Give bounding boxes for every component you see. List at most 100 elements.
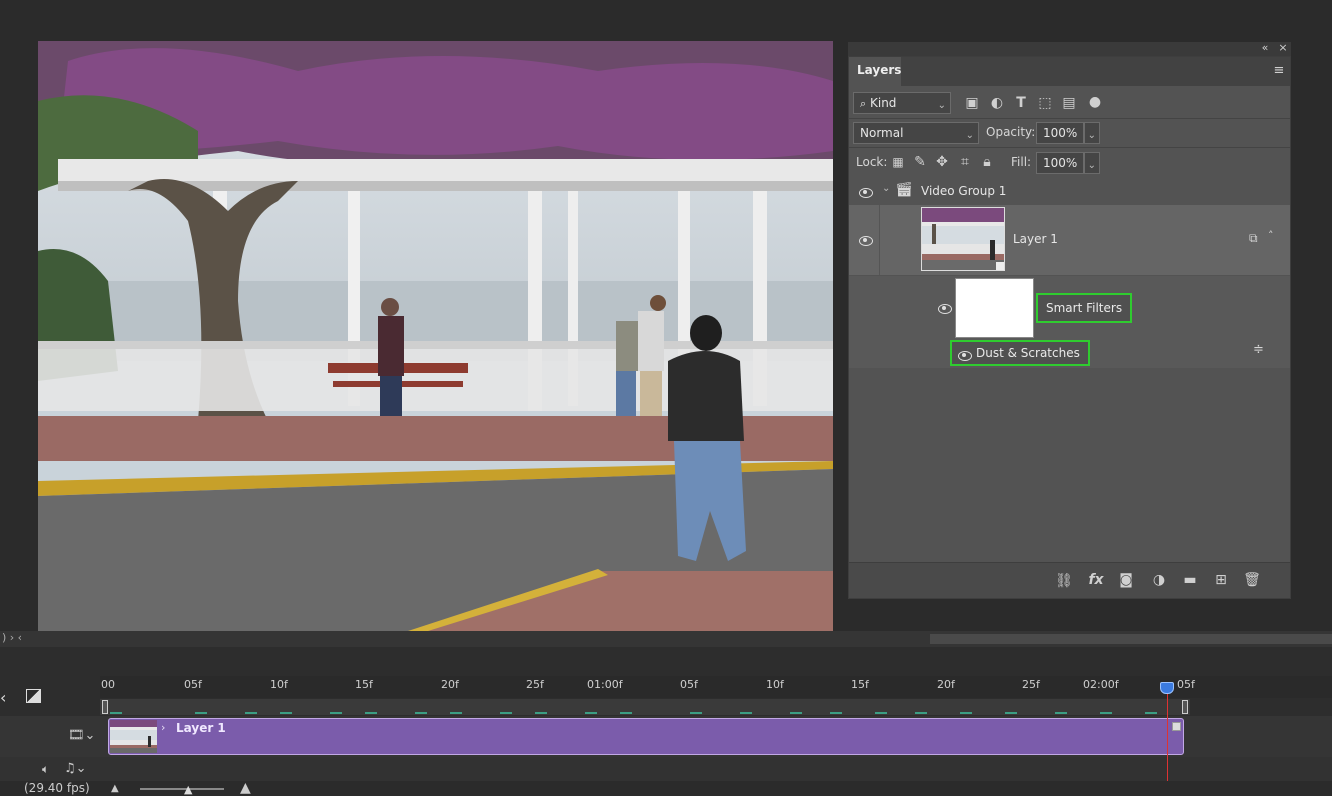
frame-marker (110, 712, 122, 714)
video-clip[interactable]: › Layer 1 (108, 718, 1184, 755)
tick-label: 20f (937, 678, 955, 691)
split-clip-icon[interactable]: ‹ (0, 688, 6, 707)
work-area-end-handle[interactable] (1182, 700, 1188, 714)
link-layers-icon[interactable]: ⛓︎ (1055, 573, 1073, 589)
opacity-field[interactable]: 100% (1036, 122, 1084, 144)
fill-dropdown[interactable]: ⌄ (1084, 152, 1100, 174)
new-group-folder-icon[interactable]: ▬ (1181, 572, 1199, 588)
canvas-image[interactable] (38, 41, 833, 631)
frame-marker (500, 712, 512, 714)
type-filter-icon[interactable]: T (1012, 95, 1030, 111)
transition-icon[interactable] (26, 689, 41, 703)
lock-artboard-icon[interactable]: ⌗ (956, 154, 974, 170)
zoom-out-icon[interactable]: ▲ (111, 783, 119, 794)
tick-label: 10f (270, 678, 288, 691)
tick-label: 15f (851, 678, 869, 691)
playhead-line[interactable] (1167, 688, 1168, 781)
smart-filters-label[interactable]: Smart Filters (1036, 293, 1133, 323)
work-area-bar[interactable] (100, 699, 1190, 715)
chevron-down-icon[interactable]: ⌄ (882, 183, 890, 194)
layer-row-layer1[interactable]: Layer 1 ⧉ ˄ (849, 205, 1290, 275)
tick-label: 25f (526, 678, 544, 691)
indent-divider (879, 205, 880, 275)
chevron-down-icon: ⌄ (965, 130, 974, 141)
lock-row: Lock: ▦ ✎ ✥ ⌗ 🔒︎ Fill: 100% ⌄ (849, 150, 1290, 176)
frame-marker (195, 712, 207, 714)
filter-kind-select[interactable]: ⌕ Kind ⌄ (853, 92, 951, 114)
fill-field[interactable]: 100% (1036, 152, 1084, 174)
adjustment-layer-icon[interactable]: ◑ (1150, 572, 1168, 588)
filter-dust-scratches[interactable]: Dust & Scratches (950, 340, 1090, 366)
smart-filters-eye-icon[interactable] (936, 302, 952, 314)
panel-header-strip: « × (848, 40, 1292, 56)
frame-marker (415, 712, 427, 714)
tick-label: 05f (680, 678, 698, 691)
zoom-in-icon[interactable]: ▲ (240, 780, 251, 796)
tick-label: 25f (1022, 678, 1040, 691)
filter-name: Dust & Scratches (976, 346, 1080, 360)
frame-marker (535, 712, 547, 714)
filter-toggle-icon[interactable]: ● (1086, 94, 1104, 110)
tick-label: 05f (184, 678, 202, 691)
image-filter-icon[interactable]: ▣ (963, 95, 981, 111)
timeline-ruler[interactable]: 00 05f 10f 15f 20f 25f 01:00f 05f 10f 15… (100, 676, 1332, 698)
collapse-panel-icon[interactable]: « (1256, 40, 1274, 56)
audio-track: 🔈︎ ♫⌄ (0, 757, 1332, 781)
lock-position-move-icon[interactable]: ✥ (933, 154, 951, 170)
chevron-up-icon[interactable]: ˄ (1268, 229, 1274, 242)
clip-expand-icon[interactable]: › (161, 721, 165, 734)
chevron-down-icon: ⌄ (937, 100, 946, 111)
tick-label: 15f (355, 678, 373, 691)
smart-filter-mask[interactable] (955, 278, 1034, 338)
smart-filters-block: Smart Filters Dust & Scratches ≑ (849, 276, 1290, 368)
layer-row-group[interactable]: ⌄ 🎬︎ Video Group 1 (849, 180, 1290, 204)
adjustment-filter-icon[interactable]: ◐ (988, 95, 1006, 111)
layer-thumbnail[interactable] (921, 207, 1005, 271)
add-mask-icon[interactable]: ◙ (1117, 572, 1135, 588)
opacity-dropdown[interactable]: ⌄ (1084, 122, 1100, 144)
close-panel-icon[interactable]: × (1274, 40, 1292, 56)
zoom-slider[interactable] (140, 788, 224, 790)
smart-object-badge-icon: ⧉ (1249, 231, 1258, 245)
fill-value: 100% (1043, 156, 1078, 170)
divider (849, 147, 1290, 148)
scene-photo (38, 41, 833, 631)
lock-image-brush-icon[interactable]: ✎ (911, 154, 929, 170)
timeline-scrollbar[interactable] (930, 634, 1332, 644)
video-group-icon: 🎬︎ (895, 182, 913, 198)
frame-marker (330, 712, 342, 714)
blend-mode-select[interactable]: Normal ⌄ (853, 122, 979, 144)
panel-arrows[interactable]: ) › ‹ (2, 631, 22, 644)
chevron-down-icon: ⌄ (1087, 130, 1096, 141)
film-strip-icon[interactable]: 🎞︎⌄ (68, 728, 95, 743)
frame-marker (1145, 712, 1157, 714)
smart-object-filter-icon[interactable]: ▤ (1060, 95, 1078, 111)
visibility-eye-icon[interactable] (857, 186, 873, 198)
new-layer-icon[interactable]: ⊞ (1212, 572, 1230, 588)
filter-options-icon[interactable]: ≑ (1253, 342, 1264, 357)
visibility-eye-icon[interactable] (857, 234, 873, 246)
frame-marker (740, 712, 752, 714)
zoom-slider-thumb[interactable]: ▲ (184, 783, 192, 796)
clip-name: Layer 1 (176, 721, 226, 735)
speaker-icon[interactable]: 🔈︎ (42, 762, 49, 777)
shape-filter-icon[interactable]: ⬚ (1036, 95, 1054, 111)
tick-label: 10f (766, 678, 784, 691)
frame-marker (620, 712, 632, 714)
lock-all-icon[interactable]: 🔒︎ (978, 154, 996, 170)
fill-label: Fill: (1011, 155, 1032, 169)
layers-panel: Layers ≡ ⌕ Kind ⌄ ▣ ◐ T ⬚ ▤ ● Normal ⌄ O… (848, 56, 1291, 599)
filter-visibility-eye-icon[interactable] (956, 349, 972, 361)
lock-transparent-icon[interactable]: ▦ (889, 154, 907, 170)
thumbnail-image (922, 208, 1004, 270)
clip-end-marker-icon[interactable] (1172, 722, 1181, 731)
tab-layers[interactable]: Layers (849, 57, 901, 86)
playhead-handle-icon[interactable] (1160, 682, 1174, 694)
search-icon: ⌕ (860, 97, 867, 110)
tick-label: 05f (1177, 678, 1195, 691)
delete-trash-icon[interactable]: 🗑︎ (1243, 572, 1261, 588)
fx-icon[interactable]: fx (1087, 572, 1105, 588)
panel-menu-icon[interactable]: ≡ (1270, 63, 1288, 79)
work-area-start-handle[interactable] (102, 700, 108, 714)
music-note-icon[interactable]: ♫⌄ (64, 761, 87, 776)
